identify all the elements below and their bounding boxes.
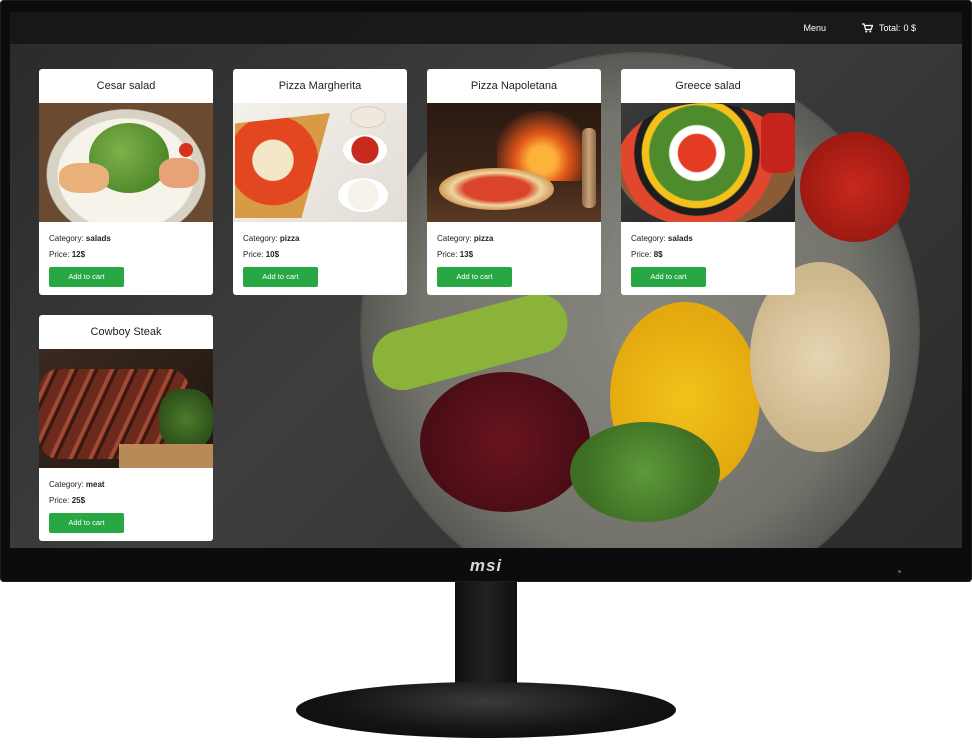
price-line: Price: 25$ (49, 496, 203, 512)
monitor-stand-neck (455, 582, 517, 694)
pizza-napoletana-photo (427, 103, 601, 222)
product-card: Greece salad Category: salads Price: 8$ … (621, 69, 795, 295)
menu-link[interactable]: Menu (803, 23, 826, 33)
price-label: Price: (631, 250, 652, 259)
price-value: 12$ (71, 250, 86, 259)
category-value: pizza (279, 234, 300, 243)
monitor-stand-base (296, 682, 676, 738)
price-label: Price: (49, 496, 70, 505)
price-line: Price: 10$ (243, 250, 397, 266)
product-title: Pizza Napoletana (470, 80, 558, 92)
total-value: 0 $ (903, 23, 916, 33)
product-title: Greece salad (675, 80, 741, 92)
price-value: 10$ (265, 250, 280, 259)
add-to-cart-button[interactable]: Add to cart (243, 267, 318, 287)
product-title: Cowboy Steak (90, 326, 162, 338)
category-line: Category: pizza (437, 234, 591, 250)
price-line: Price: 8$ (631, 250, 785, 266)
cowboy-steak-photo (39, 349, 213, 468)
price-value: 8$ (653, 250, 663, 259)
category-label: Category: (49, 480, 84, 489)
category-label: Category: (49, 234, 84, 243)
category-line: Category: salads (631, 234, 785, 250)
category-line: Category: meat (49, 480, 203, 496)
category-label: Category: (243, 234, 278, 243)
greek-salad-photo (621, 103, 795, 222)
add-to-cart-button[interactable]: Add to cart (631, 267, 706, 287)
category-line: Category: pizza (243, 234, 397, 250)
add-to-cart-button[interactable]: Add to cart (49, 513, 124, 533)
add-to-cart-button[interactable]: Add to cart (49, 267, 124, 287)
background-pepper (800, 132, 910, 242)
price-label: Price: (437, 250, 458, 259)
product-card: Pizza Napoletana Category: pizza Price: … (427, 69, 601, 295)
category-line: Category: salads (49, 234, 203, 250)
top-navbar: Menu Total: 0 $ (10, 12, 962, 44)
category-value: pizza (473, 234, 494, 243)
total-label: Total: (878, 23, 901, 33)
category-value: salads (667, 234, 693, 243)
price-line: Price: 12$ (49, 250, 203, 266)
category-value: salads (85, 234, 111, 243)
category-value: meat (85, 480, 105, 489)
price-line: Price: 13$ (437, 250, 591, 266)
product-card: Cowboy Steak Category: meat Price: 25$ A… (39, 315, 213, 541)
price-value: 25$ (71, 496, 86, 505)
category-label: Category: (437, 234, 472, 243)
cart-icon (861, 23, 873, 33)
cart-total-button[interactable]: Total: 0 $ (861, 23, 916, 33)
product-card: Cesar salad Category: salads Price: 12$ … (39, 69, 213, 295)
screen: Menu Total: 0 $ Cesar salad Category: sa… (10, 12, 962, 548)
background-cucumber (570, 422, 720, 522)
category-label: Category: (631, 234, 666, 243)
monitor-bezel: Menu Total: 0 $ Cesar salad Category: sa… (0, 0, 972, 582)
pizza-margherita-photo (233, 103, 407, 222)
add-to-cart-button[interactable]: Add to cart (437, 267, 512, 287)
product-title: Cesar salad (96, 80, 156, 92)
monitor-brand-logo: msi (469, 556, 503, 575)
price-value: 13$ (459, 250, 474, 259)
price-label: Price: (49, 250, 70, 259)
product-title: Pizza Margherita (278, 80, 362, 92)
price-label: Price: (243, 250, 264, 259)
caesar-salad-photo (39, 103, 213, 222)
product-card: Pizza Margherita Category: pizza Price: … (233, 69, 407, 295)
background-beans (420, 372, 590, 512)
power-indicator (898, 570, 901, 573)
